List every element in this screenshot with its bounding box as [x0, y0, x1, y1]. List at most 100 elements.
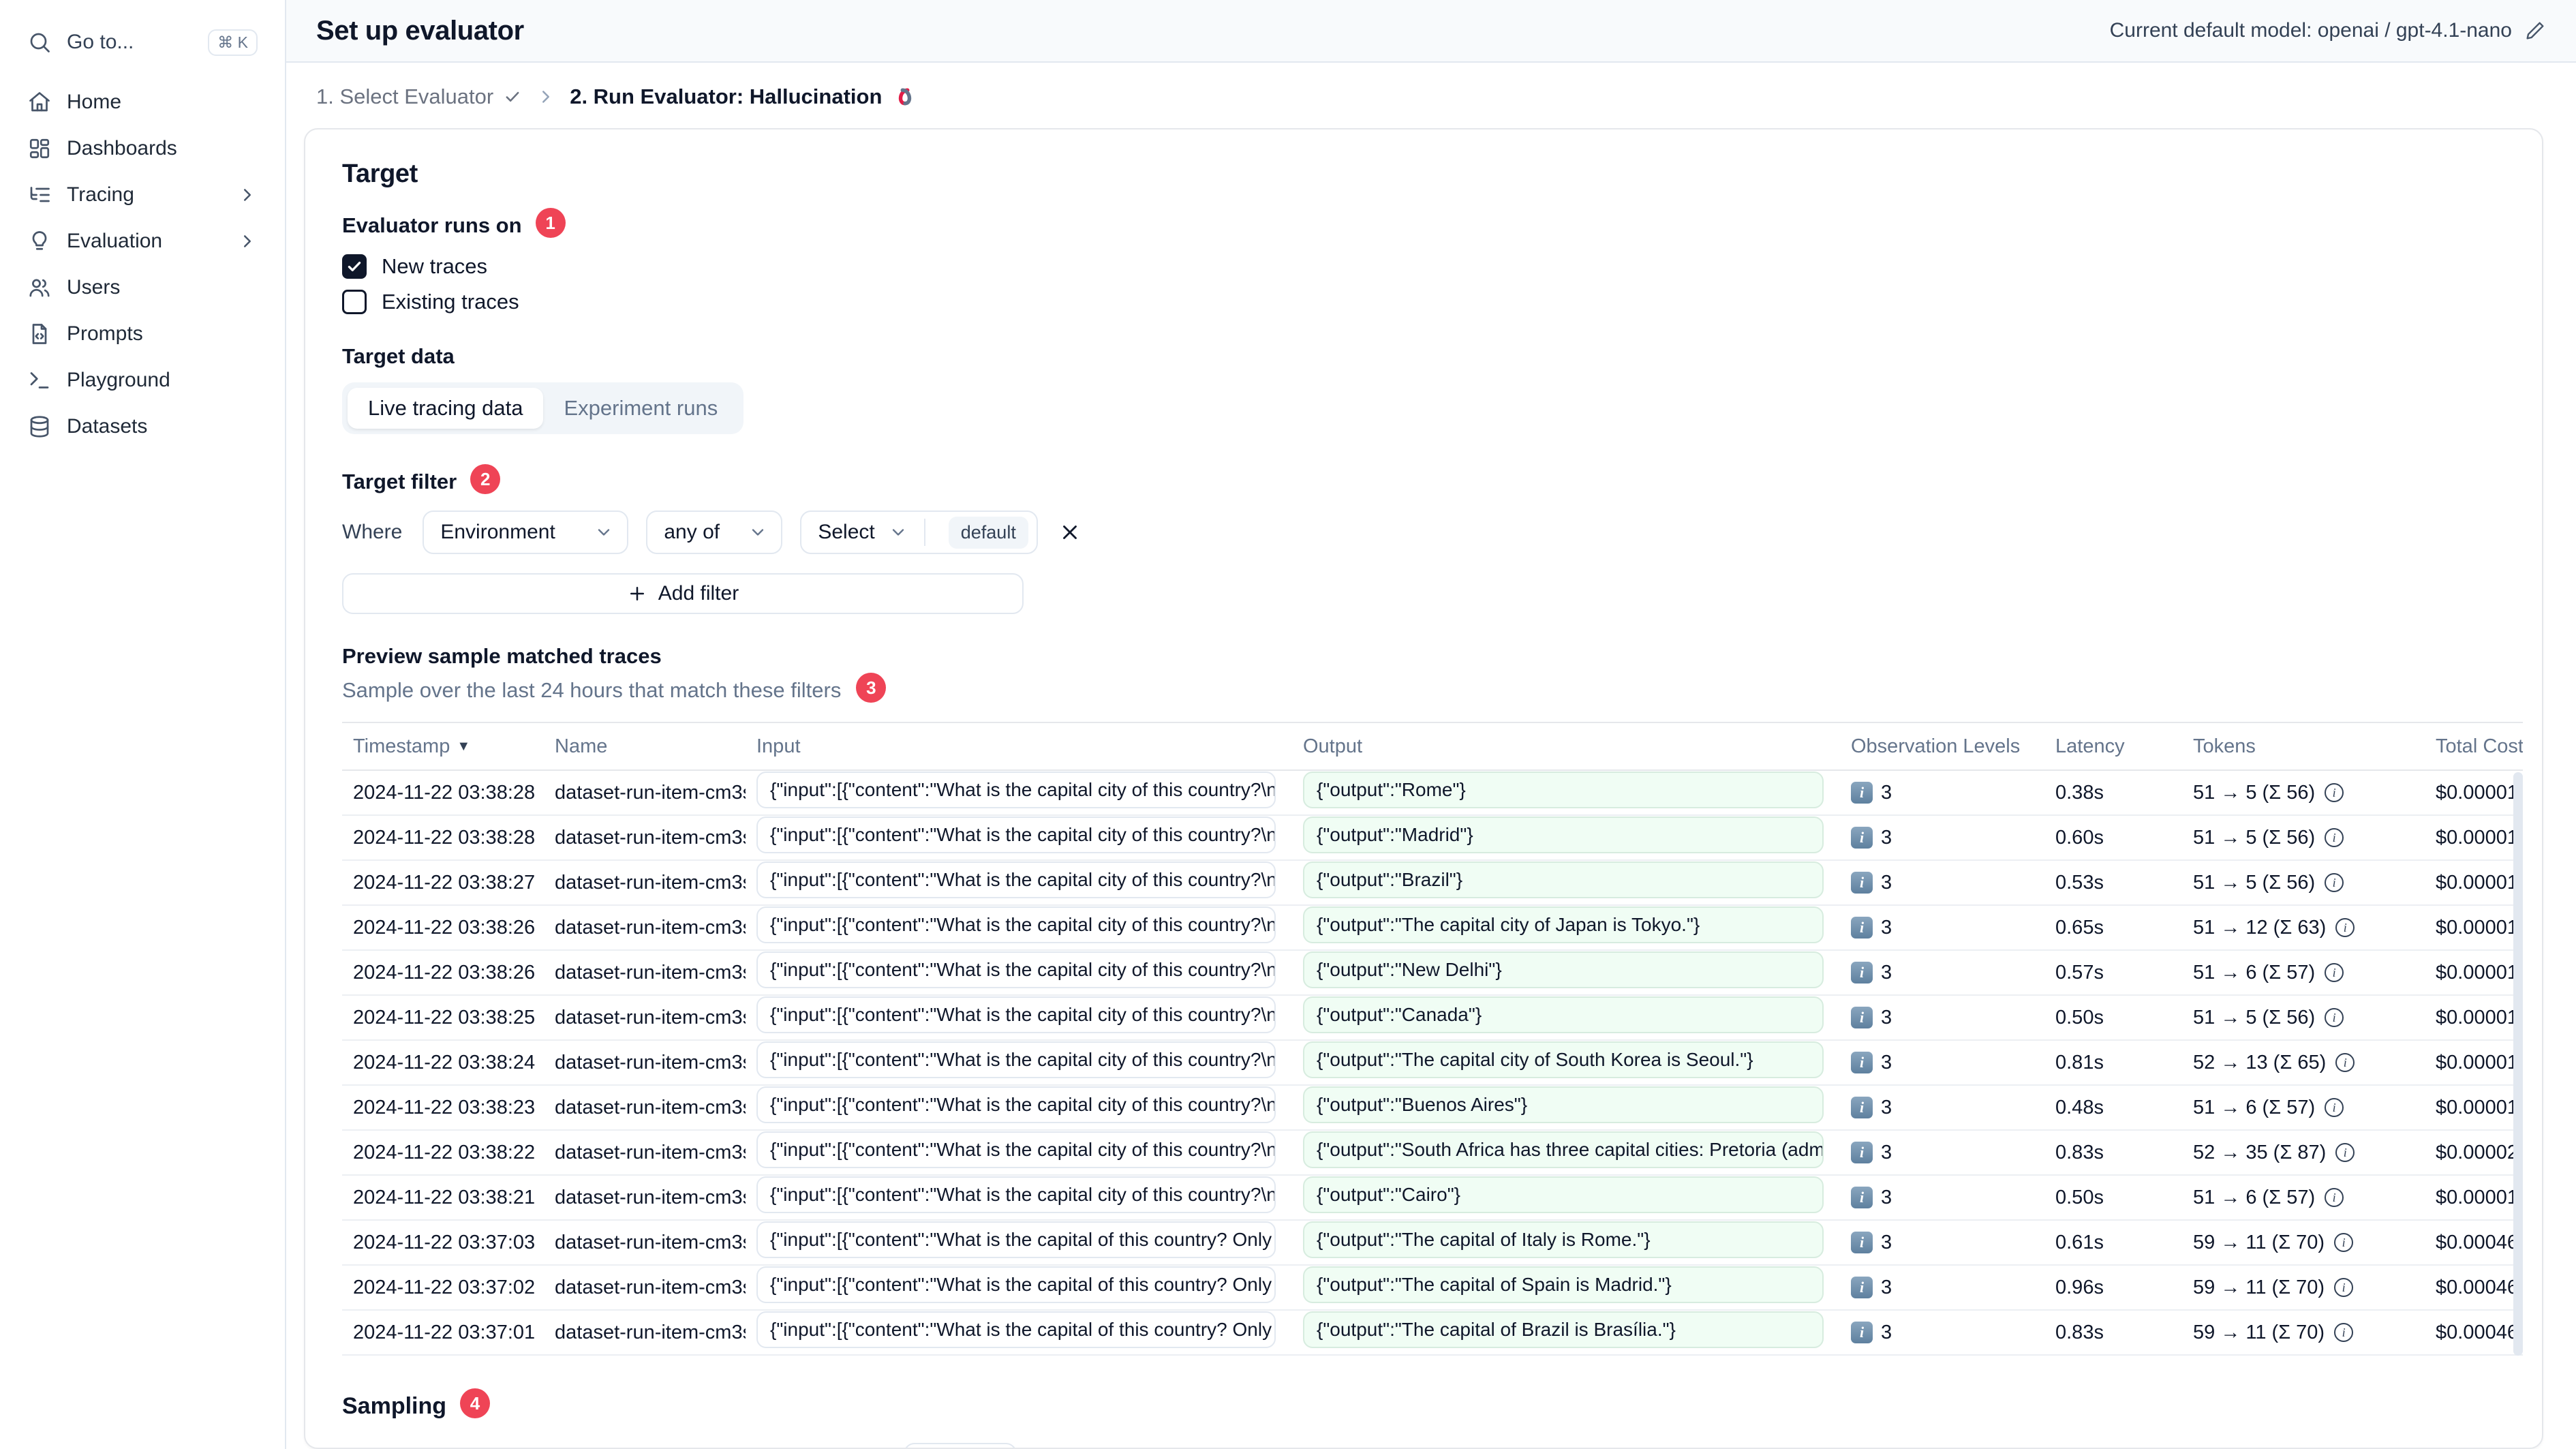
- output-json-pill[interactable]: {"output":"Buenos Aires"}: [1303, 1086, 1824, 1123]
- table-row[interactable]: 2024-11-22 03:38:28 dataset-run-item-cm3…: [342, 771, 2523, 816]
- info-circle-icon[interactable]: i: [2334, 1278, 2354, 1297]
- input-json-pill[interactable]: {"input":[{"content":"What is the capita…: [756, 951, 1276, 988]
- table-row[interactable]: 2024-11-22 03:38:27 dataset-run-item-cm3…: [342, 861, 2523, 906]
- table-row[interactable]: 2024-11-22 03:38:28 dataset-run-item-cm3…: [342, 816, 2523, 861]
- input-json-pill[interactable]: {"input":[{"content":"What is the capita…: [756, 1266, 1276, 1303]
- checkbox-existing-traces[interactable]: Existing traces: [342, 290, 2523, 314]
- col-total-cost[interactable]: Total Cost: [2425, 735, 2523, 758]
- target-filter-label: Target filter: [342, 470, 457, 493]
- cell-input: {"input":[{"content":"What is the capita…: [746, 996, 1292, 1039]
- input-json-pill[interactable]: {"input":[{"content":"What is the capita…: [756, 1041, 1276, 1078]
- checkbox-new-traces[interactable]: New traces: [342, 254, 2523, 279]
- info-circle-icon[interactable]: i: [2334, 1233, 2354, 1252]
- output-json-pill[interactable]: {"output":"The capital of Brazil is Bras…: [1303, 1311, 1824, 1348]
- cell-input: {"input":[{"content":"What is the capita…: [746, 1266, 1292, 1309]
- info-circle-icon[interactable]: i: [2325, 963, 2344, 982]
- output-json-pill[interactable]: {"output":"Cairo"}: [1303, 1176, 1824, 1213]
- input-json-pill[interactable]: {"input":[{"content":"What is the capita…: [756, 1176, 1276, 1213]
- output-json-pill[interactable]: {"output":"Brazil"}: [1303, 861, 1824, 898]
- output-json-pill[interactable]: {"output":"The capital of Italy is Rome.…: [1303, 1221, 1824, 1258]
- output-json-pill[interactable]: {"output":"South Africa has three capita…: [1303, 1131, 1824, 1168]
- goto-search[interactable]: Go to... ⌘ K: [14, 19, 271, 65]
- table-row[interactable]: 2024-11-22 03:37:02 dataset-run-item-cm3…: [342, 1266, 2523, 1311]
- output-json-pill[interactable]: {"output":"The capital of Spain is Madri…: [1303, 1266, 1824, 1303]
- table-row[interactable]: 2024-11-22 03:38:22 dataset-run-item-cm3…: [342, 1131, 2523, 1176]
- input-json-pill[interactable]: {"input":[{"content":"What is the capita…: [756, 1131, 1276, 1168]
- main-area: Set up evaluator Current default model: …: [286, 0, 2576, 1449]
- checkbox-unchecked-icon[interactable]: [342, 290, 367, 314]
- info-circle-icon[interactable]: i: [2335, 1143, 2355, 1162]
- output-json-pill[interactable]: {"output":"The capital city of South Kor…: [1303, 1041, 1824, 1078]
- output-json-pill[interactable]: {"output":"Canada"}: [1303, 996, 1824, 1033]
- users-icon: [29, 279, 50, 297]
- breadcrumb-step1[interactable]: 1. Select Evaluator: [316, 85, 522, 109]
- sidebar-item-tracing[interactable]: Tracing: [14, 172, 271, 218]
- input-json-pill[interactable]: {"input":[{"content":"What is the capita…: [756, 1086, 1276, 1123]
- input-json-pill[interactable]: {"input":[{"content":"What is the capita…: [756, 906, 1276, 943]
- filter-column-select[interactable]: Environment: [423, 510, 629, 554]
- filter-operator-select[interactable]: any of: [646, 510, 783, 554]
- cell-name: dataset-run-item-cm3s4: [555, 871, 746, 894]
- filter-value-select[interactable]: Select default: [800, 510, 1038, 554]
- output-json-pill[interactable]: {"output":"Madrid"}: [1303, 817, 1824, 853]
- sidebar-item-evaluation[interactable]: Evaluation: [14, 218, 271, 264]
- table-row[interactable]: 2024-11-22 03:37:01 dataset-run-item-cm3…: [342, 1311, 2523, 1356]
- col-name[interactable]: Name: [544, 735, 746, 758]
- input-json-pill[interactable]: {"input":[{"content":"What is the capita…: [756, 772, 1276, 808]
- output-json-pill[interactable]: {"output":"New Delhi"}: [1303, 951, 1824, 988]
- input-json-pill[interactable]: {"input":[{"content":"What is the capita…: [756, 1311, 1276, 1348]
- info-circle-icon[interactable]: i: [2325, 783, 2344, 802]
- sidebar-item-playground[interactable]: Playground: [14, 357, 271, 403]
- filter-value-chip[interactable]: default: [948, 516, 1028, 549]
- cell-latency: 0.53s: [2055, 871, 2104, 894]
- info-circle-icon[interactable]: i: [2325, 828, 2344, 847]
- sampling-percent-input[interactable]: [904, 1443, 1017, 1448]
- table-row[interactable]: 2024-11-22 03:38:26 dataset-run-item-cm3…: [342, 951, 2523, 996]
- sidebar-item-prompts[interactable]: Prompts: [14, 311, 271, 357]
- cell-output: {"output":"Buenos Aires"}: [1292, 1086, 1840, 1129]
- info-circle-icon[interactable]: i: [2335, 918, 2355, 937]
- tab-experiment-runs[interactable]: Experiment runs: [543, 388, 738, 429]
- info-circle-icon[interactable]: i: [2325, 1188, 2344, 1207]
- info-circle-icon[interactable]: i: [2334, 1323, 2354, 1342]
- table-row[interactable]: 2024-11-22 03:38:23 dataset-run-item-cm3…: [342, 1086, 2523, 1131]
- col-latency[interactable]: Latency: [2044, 735, 2182, 758]
- input-json-pill[interactable]: {"input":[{"content":"What is the capita…: [756, 1221, 1276, 1258]
- sidebar-item-datasets[interactable]: Datasets: [14, 403, 271, 450]
- output-json-pill[interactable]: {"output":"The capital city of Japan is …: [1303, 906, 1824, 943]
- sidebar-item-label: Tracing: [67, 183, 134, 206]
- checkbox-checked-icon[interactable]: [342, 254, 367, 279]
- info-circle-icon[interactable]: i: [2325, 873, 2344, 892]
- table-row[interactable]: 2024-11-22 03:38:25 dataset-run-item-cm3…: [342, 996, 2523, 1041]
- cell-latency: 0.57s: [2055, 961, 2104, 983]
- cell-output: {"output":"The capital city of South Kor…: [1292, 1041, 1840, 1084]
- table-row[interactable]: 2024-11-22 03:38:21 dataset-run-item-cm3…: [342, 1176, 2523, 1221]
- table-scrollbar[interactable]: [2513, 772, 2523, 1356]
- input-json-pill[interactable]: {"input":[{"content":"What is the capita…: [756, 817, 1276, 853]
- info-circle-icon[interactable]: i: [2325, 1008, 2344, 1027]
- cell-observation-levels: i3: [1840, 917, 2044, 939]
- input-json-pill[interactable]: {"input":[{"content":"What is the capita…: [756, 996, 1276, 1033]
- edit-pencil-icon[interactable]: [2524, 20, 2546, 42]
- cell-input: {"input":[{"content":"What is the capita…: [746, 861, 1292, 904]
- table-row[interactable]: 2024-11-22 03:37:03 dataset-run-item-cm3…: [342, 1221, 2523, 1266]
- info-circle-icon[interactable]: i: [2325, 1098, 2344, 1117]
- tab-live-tracing-data[interactable]: Live tracing data: [348, 388, 544, 429]
- col-timestamp[interactable]: Timestamp ▼: [342, 735, 544, 758]
- info-square-icon: i: [1851, 782, 1873, 804]
- col-input[interactable]: Input: [746, 735, 1292, 758]
- input-json-pill[interactable]: {"input":[{"content":"What is the capita…: [756, 861, 1276, 898]
- table-header-row: Timestamp ▼ Name Input Output Observation…: [342, 722, 2523, 771]
- sidebar-item-dashboards[interactable]: Dashboards: [14, 125, 271, 172]
- col-observation-levels[interactable]: Observation Levels: [1840, 735, 2044, 758]
- output-json-pill[interactable]: {"output":"Rome"}: [1303, 772, 1824, 808]
- info-circle-icon[interactable]: i: [2335, 1053, 2355, 1072]
- table-row[interactable]: 2024-11-22 03:38:24 dataset-run-item-cm3…: [342, 1041, 2523, 1086]
- sidebar-item-home[interactable]: Home: [14, 79, 271, 125]
- sidebar-item-users[interactable]: Users: [14, 264, 271, 311]
- remove-filter-button[interactable]: [1058, 521, 1082, 544]
- table-row[interactable]: 2024-11-22 03:38:26 dataset-run-item-cm3…: [342, 906, 2523, 951]
- col-tokens[interactable]: Tokens: [2182, 735, 2425, 758]
- add-filter-button[interactable]: Add filter: [342, 573, 1024, 614]
- col-output[interactable]: Output: [1292, 735, 1840, 758]
